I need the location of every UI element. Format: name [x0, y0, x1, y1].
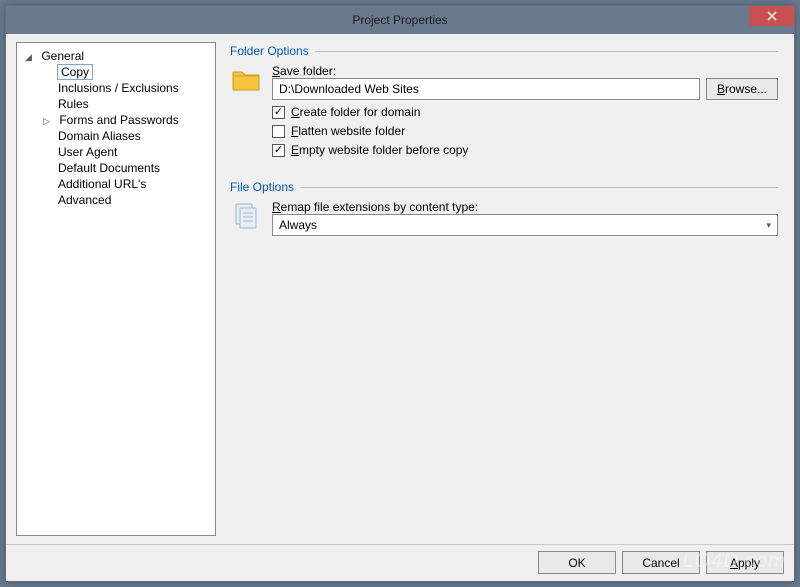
cancel-button[interactable]: Cancel [622, 551, 700, 574]
browse-button[interactable]: Browse... [706, 78, 778, 100]
dialog-content: ◢ GeneralCopyInclusions / Exclusions Rule… [6, 34, 794, 544]
tree-item-forms-and-passwords[interactable]: ▷ Forms and Passwords [17, 112, 215, 128]
close-icon [767, 11, 777, 21]
tree-item-advanced[interactable]: Advanced [17, 192, 215, 208]
folder-options-group: Folder Options Save folder: Browse... [230, 44, 778, 162]
save-folder-input[interactable] [272, 78, 700, 100]
file-options-title: File Options [230, 180, 300, 194]
folder-icon [230, 64, 262, 96]
caret-expanded-icon[interactable]: ◢ [25, 52, 37, 63]
titlebar: Project Properties [6, 6, 794, 34]
apply-button[interactable]: Apply [706, 551, 784, 574]
remap-label: Remap file extensions by content type: [272, 200, 778, 214]
tree-label: Copy [57, 64, 93, 80]
tree-item-domain-aliases[interactable]: Domain Aliases [17, 128, 215, 144]
tree-label: Inclusions / Exclusions [57, 81, 180, 95]
tree-item-rules[interactable]: Rules [17, 96, 215, 112]
tree-label: General [40, 49, 85, 63]
dialog-button-bar: OK Cancel Apply [6, 544, 794, 580]
save-folder-label: Save folder: [272, 64, 778, 78]
tree-item-inclusions-exclusions[interactable]: Inclusions / Exclusions [17, 80, 215, 96]
file-options-group: File Options Remap file extensions by co… [230, 180, 778, 236]
empty-folder-label: Empty website folder before copy [291, 143, 468, 157]
documents-icon [230, 200, 262, 232]
settings-panel: Folder Options Save folder: Browse... [224, 42, 784, 536]
tree-item-copy[interactable]: Copy [17, 64, 215, 80]
tree-item-user-agent[interactable]: User Agent [17, 144, 215, 160]
tree-item-general[interactable]: ◢ General [17, 48, 215, 64]
flatten-label: Flatten website folder [291, 124, 405, 138]
nav-tree[interactable]: ◢ GeneralCopyInclusions / Exclusions Rule… [16, 42, 216, 536]
chevron-down-icon: ▾ [766, 220, 771, 231]
tree-label: Forms and Passwords [58, 113, 179, 127]
create-folder-label: Create folder for domain [291, 105, 420, 119]
tree-label: Default Documents [57, 161, 161, 175]
empty-folder-checkbox[interactable] [272, 144, 285, 157]
flatten-checkbox[interactable] [272, 125, 285, 138]
tree-label: User Agent [57, 145, 118, 159]
caret-collapsed-icon[interactable]: ▷ [43, 116, 55, 127]
folder-options-title: Folder Options [230, 44, 315, 58]
window-title: Project Properties [6, 13, 794, 27]
ok-button[interactable]: OK [538, 551, 616, 574]
tree-item-default-documents[interactable]: Default Documents [17, 160, 215, 176]
close-button[interactable] [749, 6, 794, 26]
tree-label: Additional URL's [57, 177, 147, 191]
tree-label: Rules [57, 97, 90, 111]
remap-select-value: Always [279, 218, 317, 232]
tree-label: Domain Aliases [57, 129, 142, 143]
project-properties-dialog: Project Properties ◢ GeneralCopyInclusio… [5, 5, 795, 582]
tree-label: Advanced [57, 193, 112, 207]
tree-item-additional-url-s[interactable]: Additional URL's [17, 176, 215, 192]
remap-select[interactable]: Always ▾ [272, 214, 778, 236]
create-folder-checkbox[interactable] [272, 106, 285, 119]
